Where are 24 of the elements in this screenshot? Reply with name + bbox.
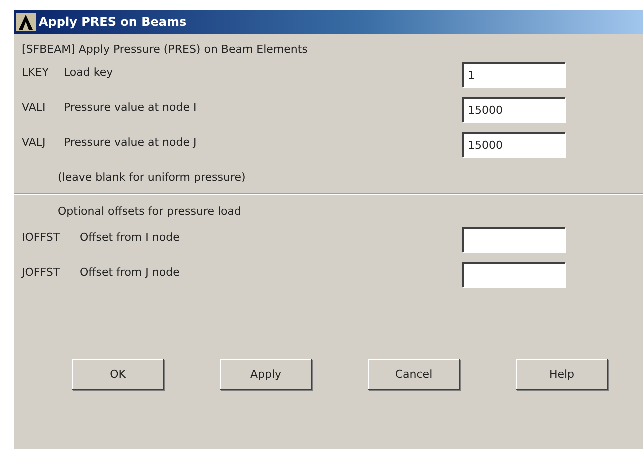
app-logo-icon [16, 13, 36, 31]
input-field[interactable] [462, 262, 566, 288]
dialog-button[interactable]: Apply [220, 359, 312, 390]
field-label: Load key [64, 65, 114, 79]
field-label: Pressure value at node J [64, 135, 198, 149]
field-label: Offset from I node [80, 230, 181, 244]
input-field[interactable]: 15000 [462, 97, 566, 123]
dialog-button[interactable]: OK [72, 359, 164, 390]
field-key: VALJ [22, 132, 64, 149]
field-key: VALI [22, 97, 64, 114]
field-key: JOFFST [22, 262, 80, 279]
section-heading: Optional offsets for pressure load [57, 204, 242, 220]
input-field[interactable] [462, 227, 566, 253]
dialog-button[interactable]: Help [516, 359, 608, 390]
dialog-button[interactable]: Cancel [368, 359, 460, 390]
dialog-description: [SFBEAM] Apply Pressure (PRES) on Beam Elements [22, 42, 309, 58]
field-key: IOFFST [22, 227, 80, 244]
note-text: (leave blank for uniform pressure) [57, 170, 247, 186]
field-label: Pressure value at node I [64, 100, 198, 114]
window-title: Apply PRES on Beams [39, 15, 188, 29]
field-key: LKEY [22, 62, 64, 79]
field-label: Offset from J node [80, 265, 181, 279]
input-field[interactable]: 1 [462, 62, 566, 88]
input-field[interactable]: 15000 [462, 132, 566, 158]
